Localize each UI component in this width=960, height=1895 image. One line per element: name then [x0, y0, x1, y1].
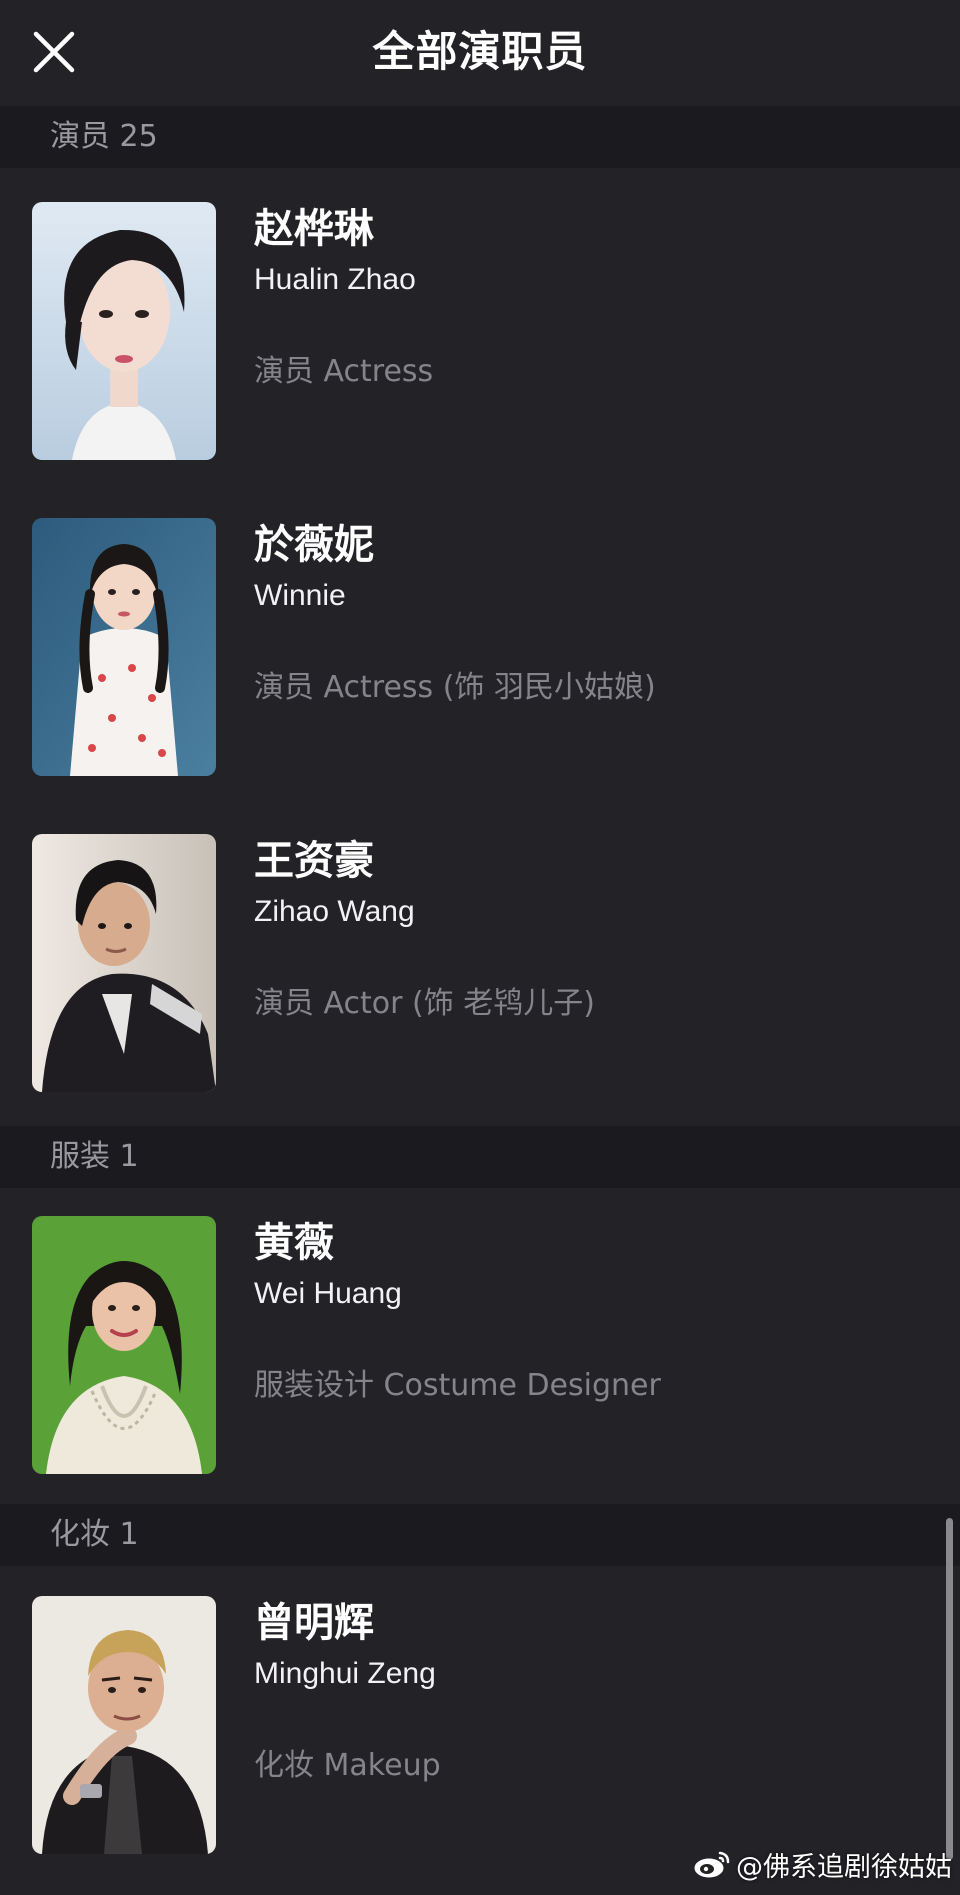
top-bar: 全部演职员 — [0, 0, 960, 106]
avatar — [32, 1216, 216, 1474]
avatar — [32, 518, 216, 776]
page-title: 全部演职员 — [372, 27, 588, 76]
person-name-en: Winnie — [254, 579, 346, 612]
cast-row-zihao-wang[interactable]: 王资豪 Zihao Wang 演员 Actor (饰 老鸨儿子) — [0, 800, 960, 1116]
person-role: 化妆 Makeup — [254, 1748, 441, 1783]
section-label: 服装 1 — [50, 1139, 139, 1174]
person-name-en: Wei Huang — [254, 1277, 402, 1310]
person-name-en: Hualin Zhao — [254, 263, 416, 296]
person-name-zh: 王资豪 — [254, 838, 374, 884]
person-name-zh: 赵桦琳 — [254, 206, 374, 252]
avatar — [32, 202, 216, 460]
crew-row-minghui-zeng[interactable]: 曾明辉 Minghui Zeng 化妆 Makeup — [0, 1562, 960, 1878]
person-name-zh: 曾明辉 — [254, 1600, 374, 1646]
person-name-en: Minghui Zeng — [254, 1657, 436, 1690]
person-name-en: Zihao Wang — [254, 895, 415, 928]
person-role: 服装设计 Costume Designer — [254, 1368, 661, 1403]
person-name-zh: 黄薇 — [254, 1220, 334, 1266]
watermark: @佛系追剧徐姑姑 — [692, 1841, 952, 1887]
person-name-zh: 於薇妮 — [254, 522, 374, 568]
person-role: 演员 Actor (饰 老鸨儿子) — [254, 986, 595, 1021]
avatar — [32, 1596, 216, 1854]
avatar — [32, 834, 216, 1092]
section-header-costume: 服装 1 — [0, 1126, 960, 1188]
scrollbar[interactable] — [946, 1518, 953, 1860]
watermark-text: @佛系追剧徐姑姑 — [736, 1851, 952, 1883]
section-label: 演员 25 — [50, 119, 158, 154]
weibo-icon — [693, 1851, 730, 1879]
section-label: 化妆 1 — [50, 1517, 139, 1552]
section-header-makeup: 化妆 1 — [0, 1504, 960, 1566]
section-header-cast: 演员 25 — [0, 106, 960, 168]
cast-row-hualin-zhao[interactable]: 赵桦琳 Hualin Zhao 演员 Actress — [0, 168, 960, 484]
cast-row-winnie[interactable]: 於薇妮 Winnie 演员 Actress (饰 羽民小姑娘) — [0, 484, 960, 800]
person-role: 演员 Actress — [254, 354, 434, 389]
crew-row-wei-huang[interactable]: 黄薇 Wei Huang 服装设计 Costume Designer — [0, 1182, 960, 1498]
person-role: 演员 Actress (饰 羽民小姑娘) — [254, 670, 656, 705]
